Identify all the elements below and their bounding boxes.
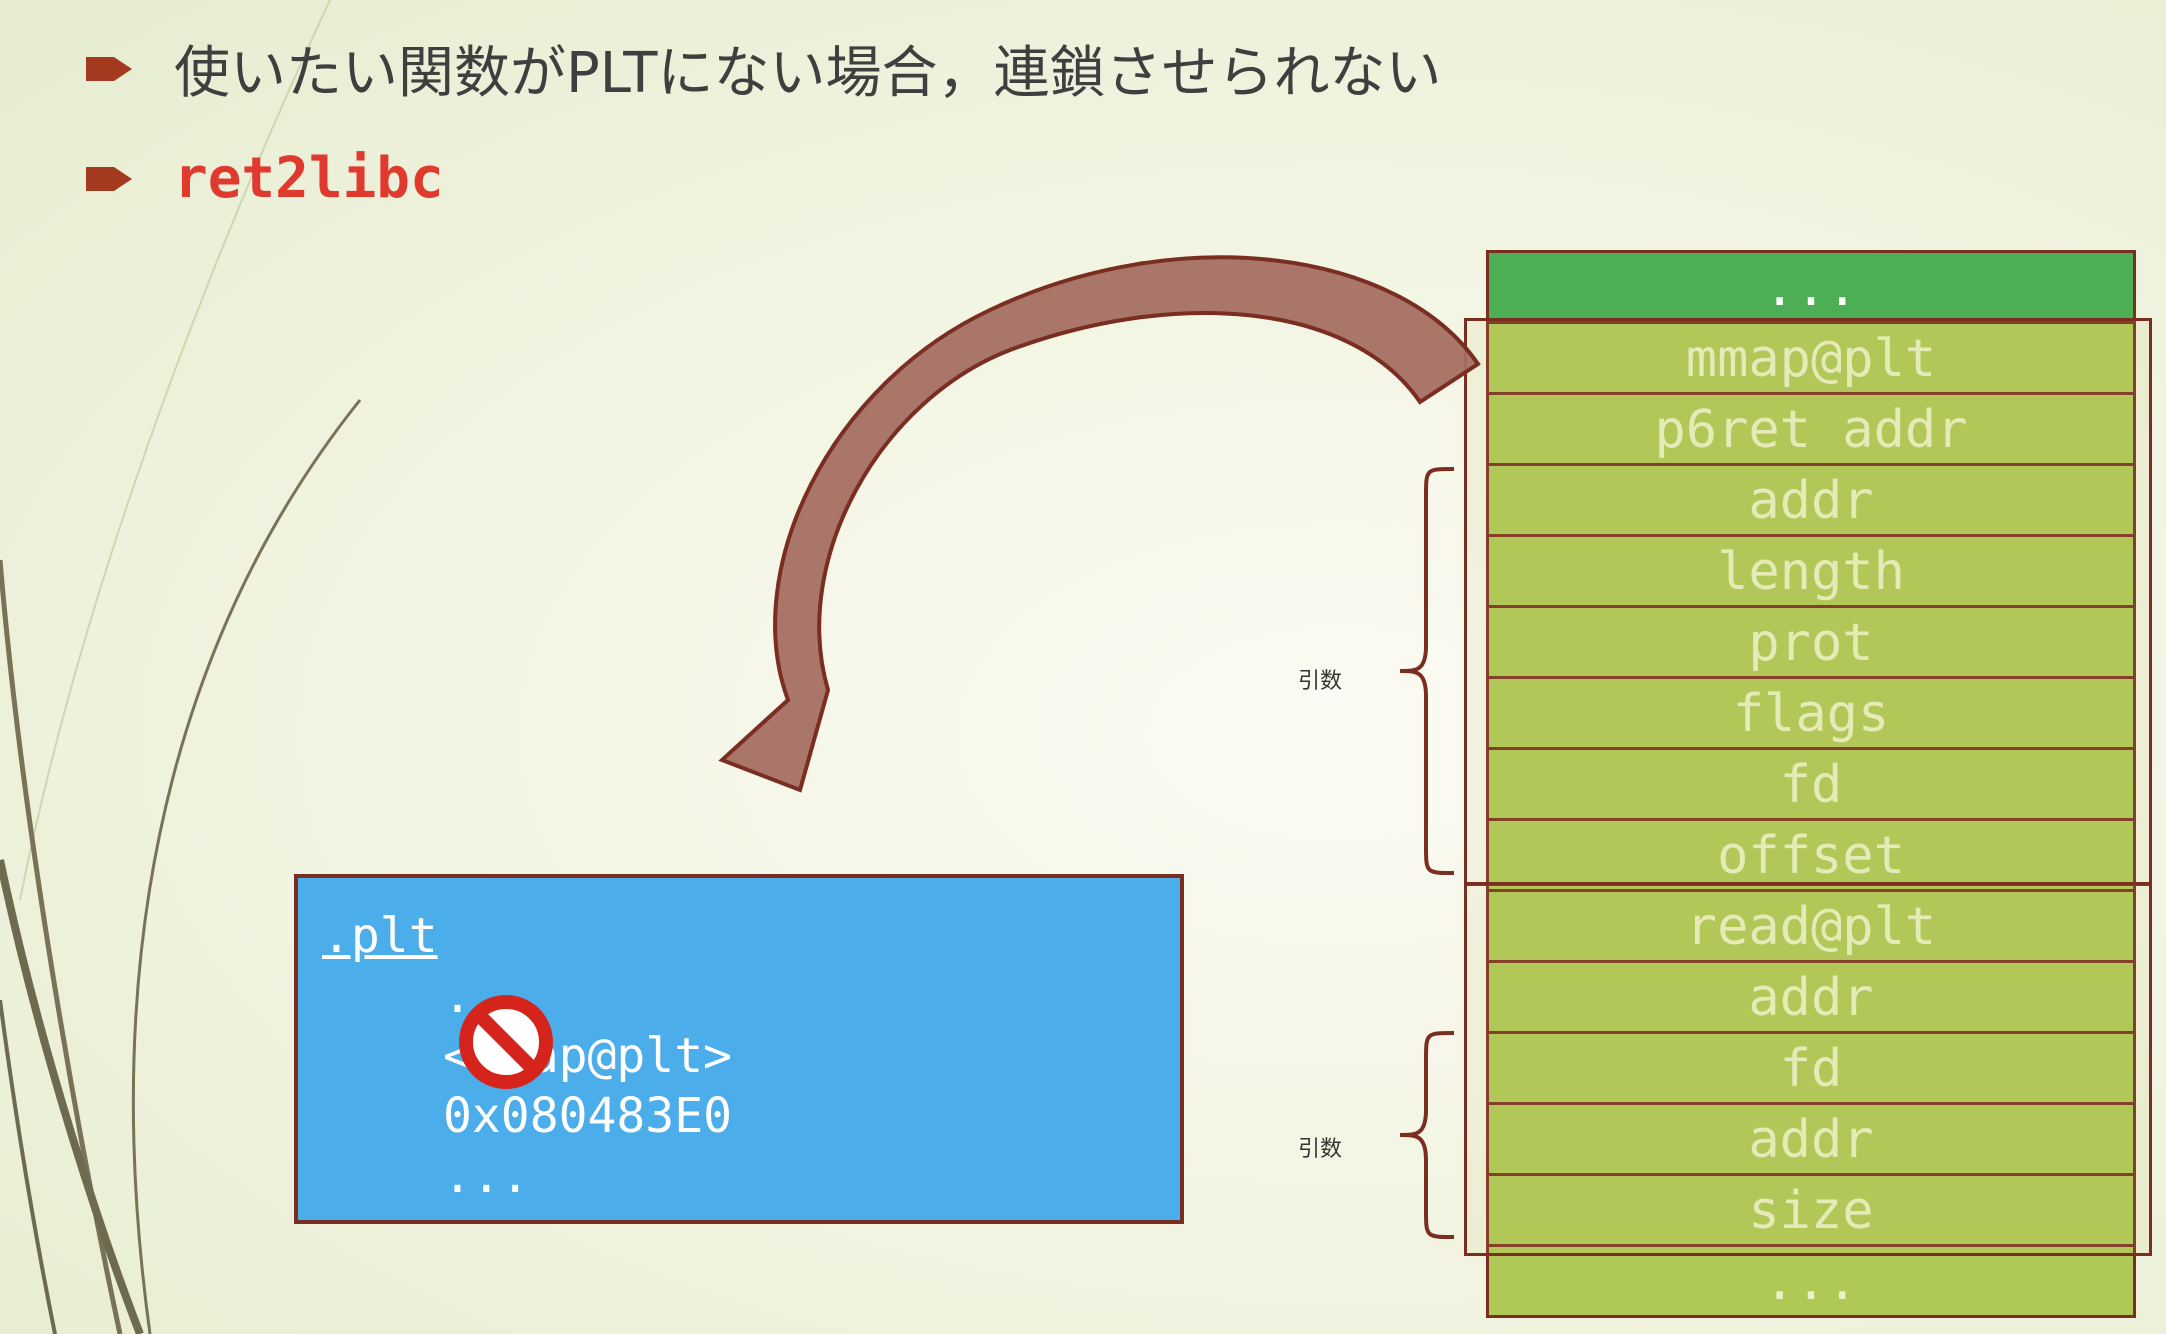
plt-section-box: .plt . <mmap@plt> 0x080483E0 ... xyxy=(294,874,1184,1224)
no-entry-icon xyxy=(459,995,553,1089)
plt-line: ... xyxy=(443,1148,530,1204)
plt-address: 0x080483E0 xyxy=(443,1088,732,1144)
plt-title: .plt xyxy=(322,908,438,964)
